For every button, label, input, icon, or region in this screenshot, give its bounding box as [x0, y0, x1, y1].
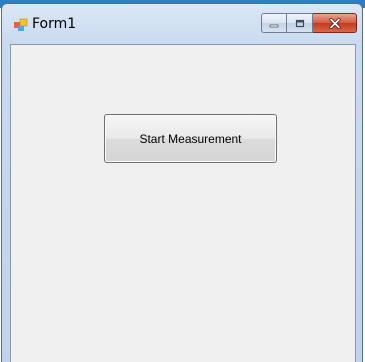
form-window: Form1 Start Measurement	[1, 3, 363, 362]
close-button[interactable]	[313, 13, 357, 33]
screen: Form1 Start Measurement	[0, 0, 365, 362]
minimize-button[interactable]	[261, 13, 287, 33]
close-icon	[328, 14, 341, 33]
window-title: Form1	[32, 16, 77, 32]
caption-buttons	[261, 13, 357, 33]
form-client-area: Start Measurement	[10, 44, 356, 362]
title-bar[interactable]: Form1	[2, 4, 362, 44]
maximize-icon	[295, 14, 305, 33]
minimize-icon	[269, 14, 279, 33]
maximize-button[interactable]	[287, 13, 313, 33]
start-measurement-button[interactable]: Start Measurement	[104, 114, 277, 163]
app-icon[interactable]	[14, 17, 28, 31]
